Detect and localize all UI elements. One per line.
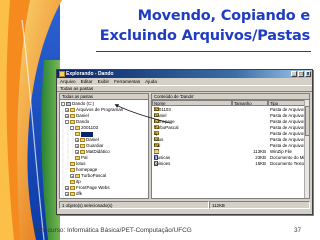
- page-number: 37: [294, 227, 302, 234]
- minimize-button[interactable]: _: [291, 71, 297, 77]
- folder-icon: [75, 156, 80, 160]
- vertical-scrollbar[interactable]: [304, 100, 309, 198]
- menu-ajuda[interactable]: Ajuda: [145, 78, 157, 85]
- status-bar: 1 objeto(s) selecionado(s) 112KB: [59, 201, 310, 209]
- toolbar-label: Todas as pastas: [60, 86, 94, 91]
- scrollbar-thumb[interactable]: [305, 106, 309, 136]
- folder-icon: [70, 198, 75, 199]
- toolbar: Todas as pastas: [57, 85, 312, 92]
- folder-icon: [75, 126, 80, 130]
- slide-title-line2: Excluindo Arquivos/Pastas: [99, 28, 310, 44]
- menu-exibir[interactable]: Exibir: [98, 78, 110, 85]
- folder-icon: [80, 138, 85, 142]
- folder-icon: [80, 144, 85, 148]
- folder-icon: [80, 150, 85, 154]
- menu-arquivo[interactable]: Arquivo: [60, 78, 76, 85]
- slide-title-line1: Movendo, Copiando e: [137, 8, 311, 24]
- column-size[interactable]: Tamanho: [232, 100, 268, 106]
- window-titlebar[interactable]: Explorando - Dando _ □ x: [57, 70, 312, 78]
- folder-tree: - Dando (C:) + Arquivos de Programas + Dani…: [59, 99, 149, 199]
- menu-ferramentas[interactable]: Ferramentas: [114, 78, 140, 85]
- menu-editar[interactable]: Editar: [81, 78, 93, 85]
- column-headers: Nome Tamanho Tipo: [152, 100, 309, 106]
- status-size: 112KB: [209, 201, 310, 209]
- folder-icon: [59, 71, 65, 77]
- window-title: Explorando - Dando: [66, 71, 114, 77]
- file-list: Nome Tamanho Tipo 2001103 Pasta de Arquiv…: [151, 99, 310, 199]
- tree-item[interactable]: +pgor: [65, 197, 85, 199]
- column-name[interactable]: Nome: [152, 100, 232, 106]
- folder-icon: [70, 114, 75, 118]
- folder-icon: [70, 162, 75, 166]
- folder-icon: [70, 186, 75, 190]
- slide-title: Movendo, Copiando e Excluindo Arquivos/P…: [40, 6, 310, 46]
- maximize-button[interactable]: □: [298, 71, 304, 77]
- folder-icon: [70, 192, 75, 196]
- file-row[interactable]: opinioes 15KB Documento Texto: [152, 161, 309, 167]
- folder-icon: [70, 120, 75, 124]
- menu-bar: Arquivo Editar Exibir Ferramentas Ajuda: [57, 78, 312, 85]
- folder-icon: [75, 132, 80, 136]
- close-button[interactable]: x: [305, 71, 311, 77]
- folder-icon: [70, 168, 75, 172]
- status-selection: 1 objeto(s) selecionado(s): [59, 201, 209, 209]
- drive-icon: [66, 102, 71, 106]
- slide-footer: Mini-curso: Informática Básica/PET-Compu…: [34, 227, 192, 234]
- explorer-window: Explorando - Dando _ □ x Arquivo Editar …: [56, 69, 313, 215]
- folder-icon: [75, 174, 80, 178]
- title-divider: [96, 51, 311, 52]
- folder-icon: [70, 108, 75, 112]
- folder-icon: [70, 180, 75, 184]
